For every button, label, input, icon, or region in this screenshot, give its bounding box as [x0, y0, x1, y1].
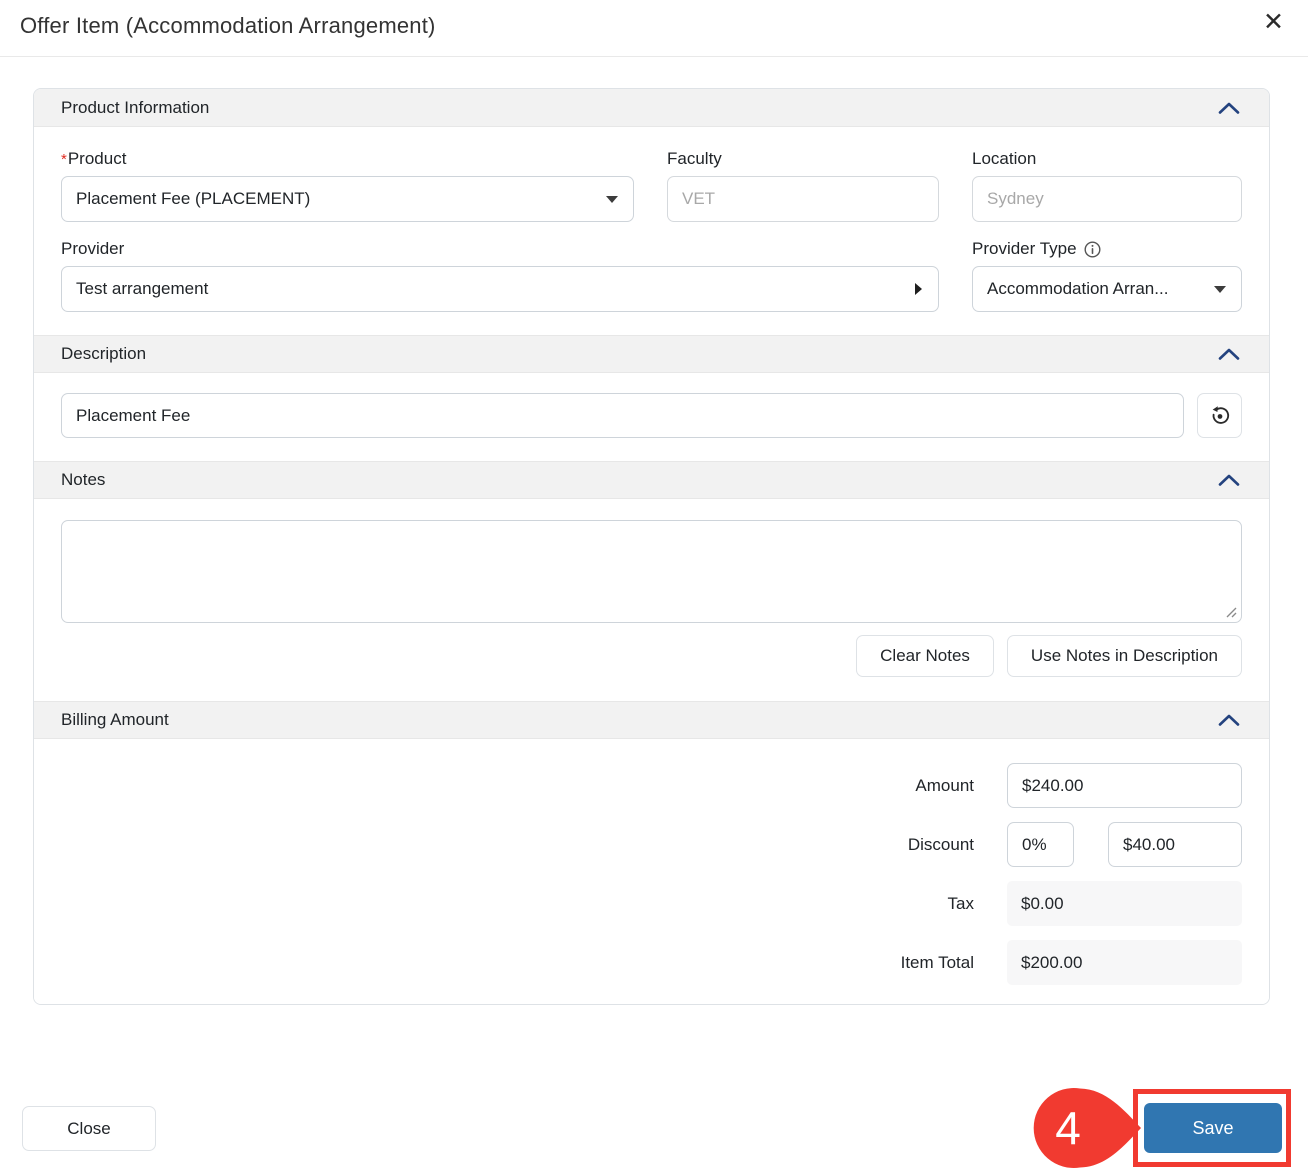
location-value: Sydney: [987, 189, 1044, 209]
collapse-product-information-button[interactable]: [1216, 100, 1242, 116]
discount-label: Discount: [908, 835, 974, 855]
tax-label: Tax: [948, 894, 974, 914]
section-title-billing-amount: Billing Amount: [61, 710, 169, 730]
location-label: Location: [972, 149, 1242, 169]
offer-item-form: Product Information *Product Placement F…: [33, 88, 1270, 1005]
description-body: [34, 373, 1269, 461]
notes-body: Clear Notes Use Notes in Description: [34, 499, 1269, 701]
clear-notes-button[interactable]: Clear Notes: [856, 635, 994, 677]
collapse-notes-button[interactable]: [1216, 472, 1242, 488]
amount-label: Amount: [915, 776, 974, 796]
provider-type-dropdown[interactable]: Accommodation Arran...: [972, 266, 1242, 312]
use-notes-in-description-button[interactable]: Use Notes in Description: [1007, 635, 1242, 677]
amount-row: Amount: [61, 763, 1242, 808]
chevron-right-icon: [915, 283, 922, 295]
discount-amount-input[interactable]: [1108, 822, 1242, 867]
faculty-label: Faculty: [667, 149, 939, 169]
description-input[interactable]: [61, 393, 1184, 438]
chevron-down-icon: [606, 196, 618, 203]
item-total-label: Item Total: [901, 953, 974, 973]
provider-value: Test arrangement: [76, 279, 208, 299]
collapse-billing-amount-button[interactable]: [1216, 712, 1242, 728]
chevron-up-icon: [1218, 474, 1240, 486]
provider-type-label: Provider Type: [972, 239, 1242, 259]
tax-value: $0.00: [1007, 881, 1242, 926]
section-header-billing-amount: Billing Amount: [34, 701, 1269, 739]
close-icon[interactable]: ✕: [1263, 10, 1284, 35]
section-title-description: Description: [61, 344, 146, 364]
provider-picker[interactable]: Test arrangement: [61, 266, 939, 312]
notes-textarea[interactable]: [61, 520, 1242, 623]
save-button[interactable]: Save: [1144, 1103, 1282, 1153]
modal-title: Offer Item (Accommodation Arrangement): [20, 13, 436, 39]
product-label: *Product: [61, 149, 634, 169]
chevron-down-icon: [1214, 286, 1226, 293]
info-icon[interactable]: [1084, 241, 1101, 258]
item-total-row: Item Total $200.00: [61, 940, 1242, 985]
section-header-product-information: Product Information: [34, 89, 1269, 127]
location-field: Sydney: [972, 176, 1242, 222]
product-information-body: *Product Placement Fee (PLACEMENT) Facul…: [34, 127, 1269, 335]
billing-body: Amount Discount Tax $0.00 Item Total $20…: [34, 739, 1269, 1004]
close-button[interactable]: Close: [22, 1106, 156, 1151]
provider-label: Provider: [61, 239, 939, 259]
provider-type-value: Accommodation Arran...: [987, 279, 1168, 299]
product-dropdown[interactable]: Placement Fee (PLACEMENT): [61, 176, 634, 222]
chevron-up-icon: [1218, 714, 1240, 726]
section-header-description: Description: [34, 335, 1269, 373]
reset-description-button[interactable]: [1197, 393, 1242, 438]
item-total-value: $200.00: [1007, 940, 1242, 985]
faculty-value: VET: [682, 189, 715, 209]
discount-row: Discount: [61, 822, 1242, 867]
faculty-field: VET: [667, 176, 939, 222]
annotation-step-number: 4: [1055, 1102, 1081, 1154]
product-value: Placement Fee (PLACEMENT): [76, 189, 310, 209]
section-title-product-information: Product Information: [61, 98, 209, 118]
discount-percent-input[interactable]: [1007, 822, 1074, 867]
chevron-up-icon: [1218, 348, 1240, 360]
tax-row: Tax $0.00: [61, 881, 1242, 926]
annotation-step-balloon: 4: [1028, 1086, 1142, 1170]
amount-input[interactable]: [1007, 763, 1242, 808]
section-header-notes: Notes: [34, 461, 1269, 499]
chevron-up-icon: [1218, 102, 1240, 114]
collapse-description-button[interactable]: [1216, 346, 1242, 362]
section-title-notes: Notes: [61, 470, 105, 490]
required-marker: *: [61, 151, 67, 168]
reset-icon: [1209, 405, 1231, 427]
modal-header: Offer Item (Accommodation Arrangement) ✕: [0, 0, 1308, 57]
